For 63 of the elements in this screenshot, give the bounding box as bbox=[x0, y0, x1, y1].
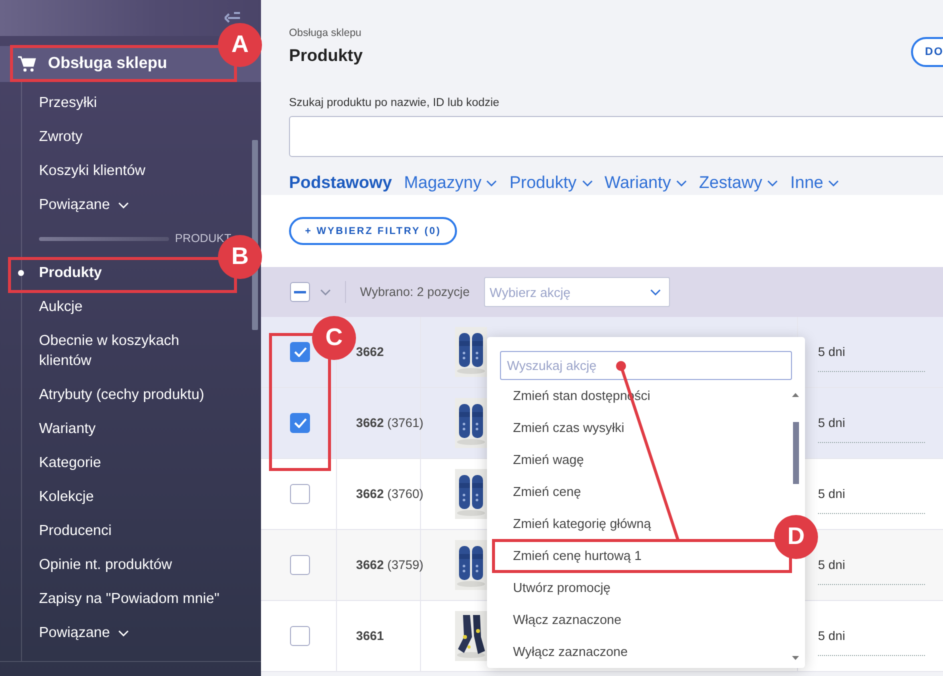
row-checkbox[interactable] bbox=[290, 484, 310, 504]
sidebar-item[interactable]: Zwroty bbox=[39, 120, 82, 154]
sidebar-item[interactable]: Produkty bbox=[39, 256, 102, 290]
product-id: 3662 (3761) bbox=[356, 416, 424, 430]
search-field[interactable] bbox=[289, 116, 943, 157]
delivery-time: 5 dni bbox=[818, 332, 926, 372]
scroll-up-icon[interactable] bbox=[792, 393, 799, 397]
chevron-icon bbox=[650, 288, 661, 296]
menu-item[interactable]: Zmień czas wysyłki bbox=[513, 415, 624, 441]
delivery-time: 5 dni bbox=[818, 546, 926, 584]
tab[interactable]: Warianty bbox=[604, 173, 687, 193]
select-all-checkbox[interactable] bbox=[290, 282, 310, 302]
product-id: 3662 (3759) bbox=[356, 558, 424, 572]
menu-item[interactable]: Zmień wagę bbox=[513, 447, 584, 473]
menu-item[interactable]: Zmień kategorię główną bbox=[513, 511, 652, 537]
breadcrumb: Obsługa sklepu bbox=[289, 27, 362, 39]
menu-item[interactable]: Wyłącz zaznaczone bbox=[513, 639, 628, 665]
chevron-icon bbox=[118, 630, 129, 637]
row-checkbox[interactable] bbox=[290, 413, 310, 433]
sidebar-item[interactable]: Warianty bbox=[39, 412, 96, 446]
tab[interactable]: Inne bbox=[790, 173, 840, 193]
delivery-time: 5 dni bbox=[818, 404, 926, 442]
filter-button[interactable]: + WYBIERZ FILTRY (0) bbox=[289, 217, 458, 245]
menu-item[interactable]: Utwórz promocję bbox=[513, 575, 611, 601]
sidebar-item[interactable]: Powiązane bbox=[39, 188, 129, 222]
product-id: 3661 bbox=[356, 629, 384, 643]
cart-icon bbox=[18, 56, 36, 72]
row-checkbox[interactable] bbox=[290, 626, 310, 646]
row-checkbox[interactable] bbox=[290, 555, 310, 575]
sidebar-item[interactable]: Powiązane bbox=[39, 616, 129, 650]
selection-count: Wybrano: 2 pozycje bbox=[360, 285, 470, 299]
sidebar-item[interactable]: Opinie nt. produktów bbox=[39, 548, 172, 582]
menu-item[interactable]: Włącz zaznaczone bbox=[513, 607, 622, 633]
tab[interactable]: Produkty bbox=[509, 173, 593, 193]
sidebar-item[interactable]: Przesyłki bbox=[39, 86, 98, 120]
sidebar-item[interactable]: Producenci bbox=[39, 514, 112, 548]
delivery-time: 5 dni bbox=[818, 474, 926, 514]
chevron-icon bbox=[118, 202, 129, 209]
minus-icon bbox=[294, 290, 306, 294]
product-id: 3662 bbox=[356, 345, 384, 359]
tab[interactable]: Zestawy bbox=[699, 173, 778, 193]
sidebar-item[interactable]: Aukcje bbox=[39, 290, 83, 324]
sidebar-item[interactable]: Atrybuty (cechy produktu) bbox=[39, 378, 204, 412]
row-checkbox[interactable] bbox=[290, 342, 310, 362]
search-label: Szukaj produktu po nazwie, ID lub kodzie bbox=[289, 97, 500, 109]
check-icon bbox=[294, 347, 306, 357]
sidebar-item[interactable]: Obecnie w koszykach klientów bbox=[39, 324, 224, 378]
delivery-time: 5 dni bbox=[818, 616, 926, 656]
scroll-down-icon[interactable] bbox=[792, 656, 799, 660]
sidebar-item[interactable]: Kolekcje bbox=[39, 480, 94, 514]
sidebar-item[interactable]: Zapisy na "Powiadom mnie" bbox=[39, 582, 220, 616]
menu-item[interactable]: Zmień cenę bbox=[513, 479, 581, 505]
sidebar-item[interactable]: Koszyki klientów bbox=[39, 154, 146, 188]
scrollbar[interactable] bbox=[793, 422, 799, 484]
page-title: Produkty bbox=[289, 46, 363, 66]
product-id: 3662 (3760) bbox=[356, 487, 424, 501]
sidebar-item[interactable]: Kategorie bbox=[39, 446, 102, 480]
chevron-icon bbox=[320, 289, 331, 296]
check-icon bbox=[294, 418, 306, 428]
header-button[interactable]: DO bbox=[911, 37, 943, 67]
menu-item[interactable]: Zmień cenę hurtową 1 bbox=[513, 543, 642, 569]
action-search-field[interactable]: Wyszukaj akcję bbox=[500, 351, 792, 380]
tab[interactable]: Magazyny bbox=[404, 173, 498, 193]
